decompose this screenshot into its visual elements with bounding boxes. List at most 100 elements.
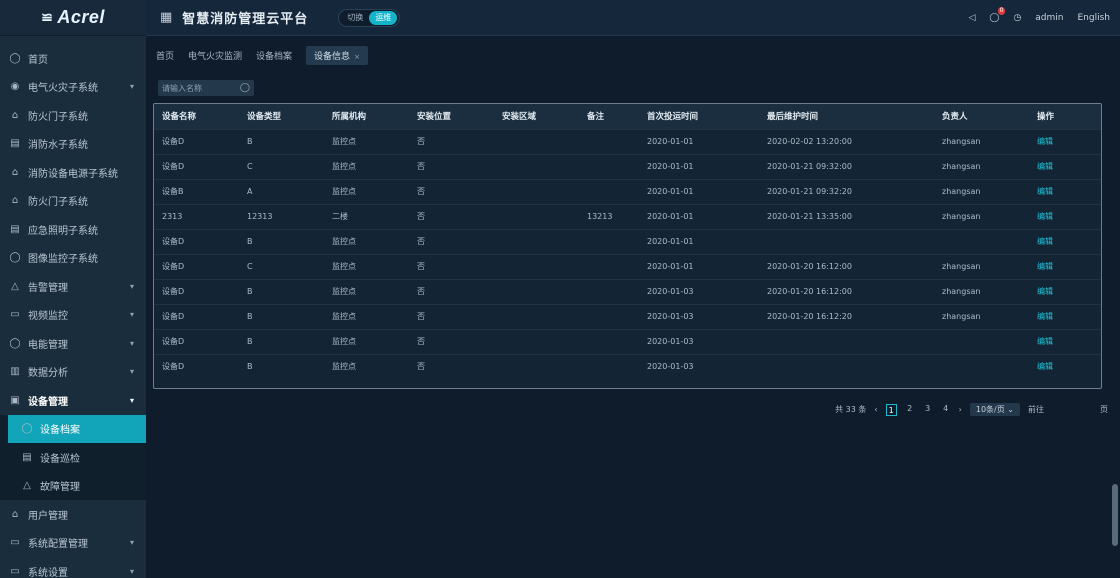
table-cell: 监控点: [332, 237, 356, 246]
sidebar-item[interactable]: ▣ 设备管理 ▾: [0, 386, 146, 415]
sidebar-item[interactable]: ▭ 系统设置 ▾: [0, 557, 146, 578]
sidebar-item[interactable]: ⌂ 防火门子系统: [0, 187, 146, 216]
notification-bell-icon[interactable]: ◯ 0: [989, 6, 1006, 23]
edit-link[interactable]: 编辑: [1029, 329, 1101, 354]
table-cell: 设备D: [162, 162, 185, 171]
tab[interactable]: 首页: [156, 49, 174, 62]
sidebar-item[interactable]: ◯ 首页: [0, 44, 146, 73]
settings-icon: ▭: [10, 565, 20, 577]
table-cell: 监控点: [332, 312, 356, 321]
clock-icon[interactable]: ◷: [1013, 13, 1021, 23]
prev-page-button[interactable]: ‹: [874, 405, 877, 414]
table-row: 设备D B 监控点 否 2020-01-03 2020-01-20 16:12:00 zha…: [154, 279, 1101, 304]
table-cell: 设备D: [162, 312, 185, 321]
page-number[interactable]: 3: [923, 404, 933, 416]
table-cell: 监控点: [332, 362, 356, 372]
table-cell: [494, 229, 579, 254]
power-icon: ⌂: [11, 166, 19, 178]
table-cell: 设备D: [162, 237, 185, 246]
sidebar-item-label: 防火门子系统: [28, 111, 88, 123]
page-size-select[interactable]: 10条/页 ⌄: [969, 403, 1020, 416]
tab[interactable]: 设备档案: [256, 49, 292, 62]
sidebar-item[interactable]: ◯ 设备档案: [8, 414, 146, 443]
sidebar-item[interactable]: ▭ 系统配置管理 ▾: [0, 529, 146, 558]
sidebar-item[interactable]: ◉ 电气火灾子系统 ▾: [0, 73, 146, 102]
search-input[interactable]: [162, 83, 232, 93]
sidebar-item-label: 图像监控子系统: [28, 254, 98, 266]
sidebar-item-label: 系统设置: [28, 567, 68, 578]
sidebar-item[interactable]: ⌂ 消防设备电源子系统: [0, 158, 146, 187]
tab[interactable]: 设备信息 ×: [306, 45, 368, 65]
page-number[interactable]: 1: [885, 403, 897, 416]
table-cell: 设备B: [162, 187, 184, 196]
edit-link[interactable]: 编辑: [1029, 179, 1101, 204]
table-cell: [579, 129, 639, 154]
table-cell: 否: [417, 287, 425, 296]
tab[interactable]: 电气火灾监测: [188, 49, 242, 62]
user-name[interactable]: admin: [1035, 13, 1063, 23]
table-cell: [579, 329, 639, 354]
close-icon[interactable]: ×: [354, 53, 360, 61]
table-cell: zhangsan: [942, 287, 981, 296]
vertical-scrollbar[interactable]: [1112, 484, 1118, 546]
sidebar-item[interactable]: ▤ 消防水子系统: [0, 130, 146, 159]
search-icon[interactable]: ◯: [240, 83, 250, 93]
mode-toggle[interactable]: 切换 运维: [338, 8, 401, 27]
page-number[interactable]: 2: [905, 404, 915, 416]
table-cell: 2020-01-03: [647, 362, 694, 372]
edit-link[interactable]: 编辑: [1029, 254, 1101, 279]
sidebar-item[interactable]: ◯ 电能管理 ▾: [0, 329, 146, 358]
page-unit-label: 页: [1100, 405, 1108, 414]
sidebar-item[interactable]: ⌂ 用户管理: [0, 500, 146, 529]
sidebar-item[interactable]: ▤ 应急照明子系统: [0, 215, 146, 244]
edit-link[interactable]: 编辑: [1029, 279, 1101, 304]
total-count: 共 33 条: [835, 405, 867, 414]
archive-icon: ◯: [21, 423, 33, 435]
chevron-down-icon: ▾: [129, 538, 134, 548]
sidebar-item-label: 故障管理: [40, 482, 80, 494]
menu-grid-icon[interactable]: ▦: [160, 10, 172, 25]
edit-link[interactable]: 编辑: [1029, 204, 1101, 229]
sidebar-item[interactable]: ◯ 图像监控子系统: [0, 244, 146, 273]
table-cell: 2020-01-21 09:32:20: [767, 187, 852, 196]
table-row: 2313 12313 二楼 否 13213 2020-01-01 2020-01-21 13…: [154, 204, 1101, 229]
sidebar-item[interactable]: ⌂ 防火门子系统: [0, 101, 146, 130]
toggle-option-right[interactable]: 运维: [369, 10, 398, 25]
language-switch[interactable]: English: [1078, 13, 1111, 23]
edit-link[interactable]: 编辑: [1029, 154, 1101, 179]
table-cell: 否: [417, 312, 425, 321]
platform-title: 智慧消防管理云平台: [182, 12, 309, 27]
page-number[interactable]: 4: [941, 404, 951, 416]
sidebar-item[interactable]: ▤ 设备巡检: [0, 443, 146, 472]
brand-logo[interactable]: ≌ Acrel: [0, 0, 146, 36]
sidebar-item[interactable]: ▥ 数据分析 ▾: [0, 358, 146, 387]
table-cell: 监控点: [332, 337, 356, 346]
sidebar-item[interactable]: ▭ 视频监控 ▾: [0, 301, 146, 330]
table-cell: 设备D: [162, 287, 185, 296]
volume-icon[interactable]: ◁: [968, 13, 975, 23]
sidebar-item[interactable]: △ 告警管理 ▾: [0, 272, 146, 301]
table-row: 设备D B 监控点 否 2020-01-01 编辑: [154, 229, 1101, 254]
table-cell: C: [247, 162, 253, 171]
next-page-button[interactable]: ›: [959, 405, 962, 414]
edit-link[interactable]: 编辑: [1029, 229, 1101, 254]
table-cell: [494, 279, 579, 304]
sidebar: ≌ Acrel ◯ 首页 ◉ 电气火灾子系统 ▾ ⌂ 防火门子系统 ▤ 消防水子系统 ⌂ 消防设备电…: [0, 0, 146, 578]
edit-link[interactable]: 编辑: [1029, 129, 1101, 154]
sidebar-item-label: 消防设备电源子系统: [28, 168, 118, 180]
table-cell: [579, 229, 639, 254]
toggle-option-left[interactable]: 切换: [341, 11, 369, 25]
column-header: 安装位置: [417, 112, 452, 123]
fire-icon: ◉: [10, 81, 20, 93]
goto-page-input[interactable]: [1052, 403, 1092, 416]
table-cell: 2020-01-21 13:35:00: [767, 212, 852, 221]
table-cell: 否: [417, 362, 425, 372]
table-header-row: 设备名称 设备类型 所属机构 安装位置 安装区域 备注 首次投运时间 最后维护时间 负责人 操作: [154, 104, 1101, 129]
sidebar-item-label: 电能管理: [28, 339, 68, 351]
edit-link[interactable]: 编辑: [1029, 304, 1101, 329]
edit-link[interactable]: 编辑: [1029, 354, 1101, 379]
device-icon: ▣: [10, 394, 20, 406]
table-cell: [579, 279, 639, 304]
sidebar-item[interactable]: △ 故障管理: [0, 472, 146, 501]
tab-label: 首页: [156, 51, 175, 62]
